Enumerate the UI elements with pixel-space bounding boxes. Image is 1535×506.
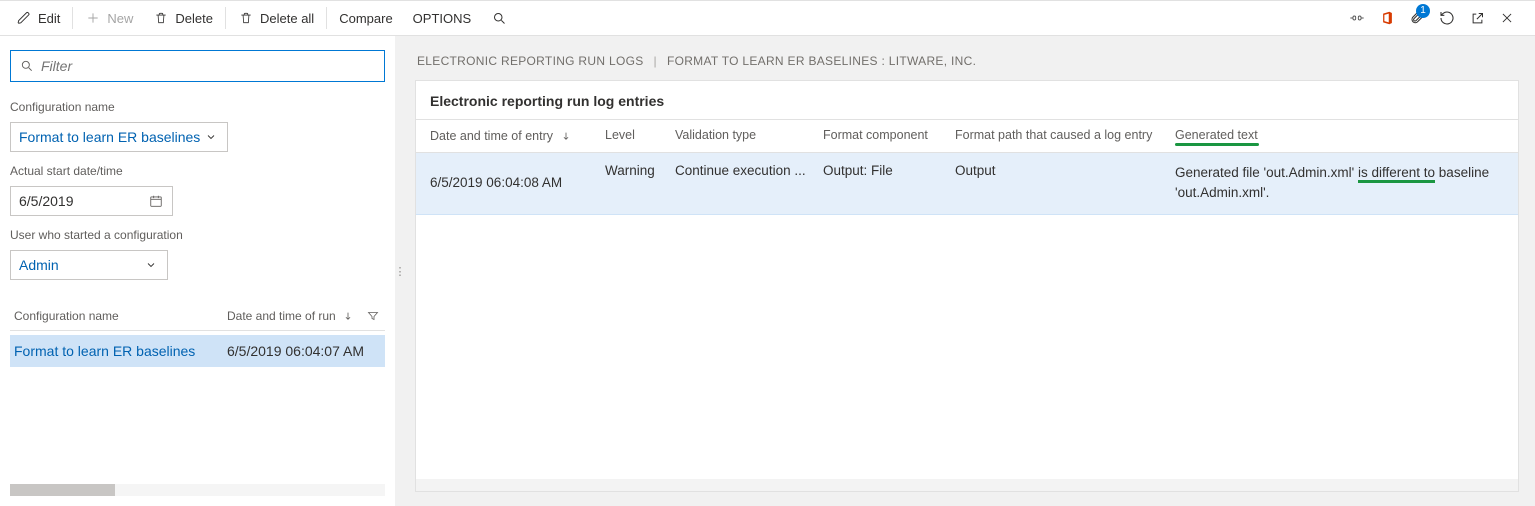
grid-title: Electronic reporting run log entries bbox=[416, 81, 1518, 119]
runs-row-datetime: 6/5/2019 06:04:07 AM bbox=[227, 343, 381, 359]
new-label: New bbox=[107, 11, 133, 26]
edit-button[interactable]: Edit bbox=[6, 2, 70, 34]
search-button[interactable] bbox=[481, 2, 517, 34]
delete-all-label: Delete all bbox=[260, 11, 314, 26]
delete-all-button[interactable]: Delete all bbox=[228, 2, 324, 34]
user-label: User who started a configuration bbox=[10, 228, 385, 242]
delete-button[interactable]: Delete bbox=[143, 2, 223, 34]
col-date-label: Date and time of entry bbox=[430, 129, 553, 143]
notification-badge: 1 bbox=[1416, 4, 1430, 18]
start-date-label: Actual start date/time bbox=[10, 164, 385, 178]
chevron-down-icon bbox=[203, 129, 219, 145]
gtext-highlighted: is different to bbox=[1358, 165, 1435, 183]
separator bbox=[225, 7, 226, 29]
breadcrumb-separator: | bbox=[654, 54, 657, 68]
filter-input[interactable] bbox=[41, 58, 376, 74]
col-validation-type[interactable]: Validation type bbox=[675, 128, 823, 144]
sort-down-icon bbox=[340, 308, 356, 324]
runs-row[interactable]: Format to learn ER baselines 6/5/2019 06… bbox=[10, 335, 385, 367]
pencil-icon bbox=[16, 10, 32, 26]
runs-grid-header: Configuration name Date and time of run bbox=[10, 302, 385, 331]
chevron-down-icon bbox=[143, 257, 159, 273]
options-button[interactable]: OPTIONS bbox=[403, 2, 482, 34]
calendar-icon bbox=[148, 193, 164, 209]
plus-icon bbox=[85, 10, 101, 26]
runs-row-config: Format to learn ER baselines bbox=[14, 343, 227, 359]
log-entries-card: Electronic reporting run log entries Dat… bbox=[415, 80, 1519, 492]
filter-icon[interactable] bbox=[365, 308, 381, 324]
options-label: OPTIONS bbox=[413, 11, 472, 26]
breadcrumb: ELECTRONIC REPORTING RUN LOGS | FORMAT T… bbox=[415, 48, 1519, 80]
popout-icon[interactable] bbox=[1469, 10, 1485, 26]
delete-label: Delete bbox=[175, 11, 213, 26]
action-toolbar: Edit New Delete Delete all Compare OPTIO… bbox=[0, 1, 1535, 35]
horizontal-scrollbar[interactable] bbox=[10, 484, 385, 496]
grid-row[interactable]: 6/5/2019 06:04:08 AM Warning Continue ex… bbox=[416, 153, 1518, 215]
config-name-label: Configuration name bbox=[10, 100, 385, 114]
cell-generated-text: Generated file 'out.Admin.xml' is differ… bbox=[1175, 163, 1504, 202]
cell-level: Warning bbox=[605, 163, 675, 202]
user-value: Admin bbox=[19, 257, 59, 273]
col-format-path[interactable]: Format path that caused a log entry bbox=[955, 128, 1175, 144]
connector-icon[interactable] bbox=[1349, 10, 1365, 26]
config-name-value: Format to learn ER baselines bbox=[19, 129, 200, 145]
refresh-icon[interactable] bbox=[1439, 10, 1455, 26]
config-name-dropdown[interactable]: Format to learn ER baselines bbox=[10, 122, 228, 152]
cell-date: 6/5/2019 06:04:08 AM bbox=[430, 163, 605, 202]
sort-down-icon bbox=[558, 128, 574, 144]
compare-button[interactable]: Compare bbox=[329, 2, 402, 34]
trash-icon bbox=[153, 10, 169, 26]
search-icon bbox=[491, 10, 507, 26]
runs-col-datetime-label: Date and time of run bbox=[227, 309, 336, 323]
scrollbar-thumb[interactable] bbox=[10, 484, 115, 496]
trash-icon bbox=[238, 10, 254, 26]
close-icon[interactable] bbox=[1499, 10, 1515, 26]
separator bbox=[326, 7, 327, 29]
compare-label: Compare bbox=[339, 11, 392, 26]
col-generated-text-label: Generated text bbox=[1175, 128, 1258, 142]
grid-header: Date and time of entry Level Validation … bbox=[416, 119, 1518, 153]
main-panel: ELECTRONIC REPORTING RUN LOGS | FORMAT T… bbox=[403, 36, 1535, 506]
attachments-button[interactable]: 1 bbox=[1409, 9, 1425, 28]
start-date-input[interactable]: 6/5/2019 bbox=[10, 186, 173, 216]
breadcrumb-item[interactable]: FORMAT TO LEARN ER BASELINES : LITWARE, … bbox=[667, 54, 976, 68]
runs-col-datetime[interactable]: Date and time of run bbox=[227, 308, 381, 324]
col-level[interactable]: Level bbox=[605, 128, 675, 144]
separator bbox=[72, 7, 73, 29]
col-date[interactable]: Date and time of entry bbox=[430, 128, 605, 144]
cell-validation-type: Continue execution ... bbox=[675, 163, 823, 202]
start-date-value: 6/5/2019 bbox=[19, 193, 74, 209]
panel-resize-handle[interactable]: ⋮ bbox=[395, 36, 403, 506]
col-generated-text[interactable]: Generated text bbox=[1175, 128, 1504, 144]
edit-label: Edit bbox=[38, 11, 60, 26]
highlight-marker bbox=[1175, 143, 1259, 146]
cell-format-path: Output bbox=[955, 163, 1175, 202]
user-dropdown[interactable]: Admin bbox=[10, 250, 168, 280]
search-icon bbox=[19, 58, 35, 74]
breadcrumb-item[interactable]: ELECTRONIC REPORTING RUN LOGS bbox=[417, 54, 644, 68]
filter-panel: Configuration name Format to learn ER ba… bbox=[0, 36, 395, 506]
toolbar-right: 1 bbox=[1349, 9, 1529, 28]
gtext-part-a: Generated file 'out.Admin.xml' bbox=[1175, 165, 1358, 180]
office-icon[interactable] bbox=[1379, 10, 1395, 26]
filter-input-wrapper[interactable] bbox=[10, 50, 385, 82]
app-body: Configuration name Format to learn ER ba… bbox=[0, 35, 1535, 506]
col-format-component[interactable]: Format component bbox=[823, 128, 955, 144]
runs-col-config[interactable]: Configuration name bbox=[14, 309, 227, 323]
new-button[interactable]: New bbox=[75, 2, 143, 34]
horizontal-scrollbar[interactable] bbox=[416, 479, 1518, 491]
cell-format-component: Output: File bbox=[823, 163, 955, 202]
